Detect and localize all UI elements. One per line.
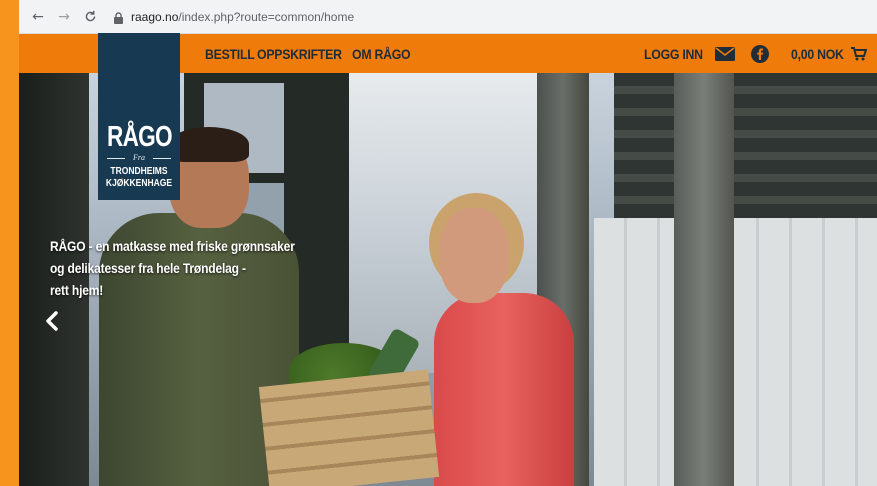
browser-toolbar: ← → raago.no/index.php?route=common/home	[19, 0, 877, 34]
mail-icon[interactable]	[715, 46, 736, 61]
header-actions: LOGG INN 0,00 NOK	[644, 34, 867, 73]
logo-brand: RÅGO	[107, 121, 173, 153]
hero-beam	[674, 73, 734, 486]
url-path: /index.php?route=common/home	[178, 9, 355, 24]
hero-crate	[258, 369, 440, 486]
cart-total[interactable]: 0,00 NOK	[791, 46, 844, 62]
login-link[interactable]: LOGG INN	[644, 46, 703, 62]
logo-line2: KJØKKENHAGE	[105, 178, 173, 189]
tagline-line: og delikatesser fra hele Trøndelag -	[50, 260, 246, 276]
hero-roof	[614, 73, 877, 218]
nav-bestill[interactable]: BESTILL	[205, 46, 255, 62]
cart-icon[interactable]	[851, 46, 867, 61]
facebook-icon[interactable]	[751, 44, 770, 63]
main-nav: BESTILL OPPSKRIFTER OM RÅGO	[205, 34, 418, 73]
chevron-left-icon[interactable]	[45, 311, 63, 333]
site-logo[interactable]: RÅGO Fra TRONDHEIMS KJØKKENHAGE	[98, 33, 180, 200]
hero-tagline: RÅGO - en matkasse med friske grønnsaker…	[50, 235, 325, 301]
browser-frame: ← → raago.no/index.php?route=common/home…	[19, 0, 877, 486]
nav-om-rago[interactable]: OM RÅGO	[352, 46, 411, 62]
tagline-line: RÅGO - en matkasse med friske grønnsaker	[50, 238, 295, 254]
logo-line1: TRONDHEIMS	[110, 166, 168, 177]
back-icon[interactable]: ←	[29, 8, 47, 26]
reload-icon[interactable]	[81, 8, 99, 26]
lock-icon	[113, 11, 125, 24]
hero-shed	[594, 218, 877, 486]
forward-icon[interactable]: →	[55, 8, 73, 26]
logo-divider-right	[153, 158, 171, 159]
nav-oppskrifter[interactable]: OPPSKRIFTER	[257, 46, 342, 62]
url-host: raago.no	[131, 9, 179, 24]
address-bar[interactable]: raago.no/index.php?route=common/home	[131, 10, 354, 24]
tagline-line: rett hjem!	[50, 282, 104, 298]
